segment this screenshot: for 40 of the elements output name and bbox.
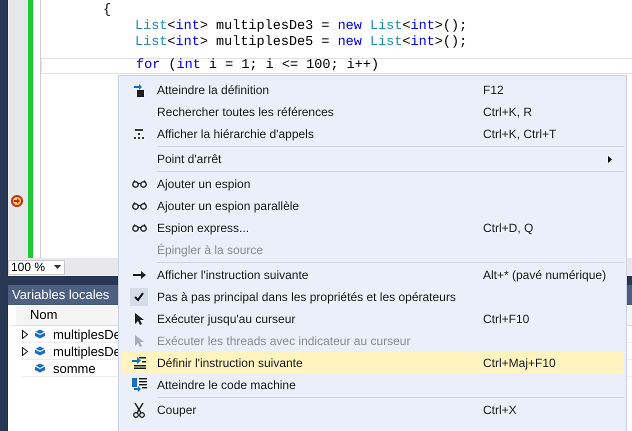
menu-item[interactable]: Afficher l'instruction suivante Alt+* (pavé numérique) (121, 264, 624, 286)
menu-item[interactable]: Point d'arrêt (121, 148, 624, 170)
menu-item[interactable]: Ajouter un espion (121, 173, 624, 195)
variable-name: multiplesDe (53, 344, 121, 358)
menu-item[interactable]: Rechercher toutes les références Ctrl+K, R (121, 101, 624, 123)
cursor-icon (134, 313, 144, 325)
scissors-icon (133, 402, 145, 418)
cursor-icon (134, 335, 144, 347)
expand-icon[interactable] (22, 346, 28, 356)
zoom-dropdown[interactable]: 100 % (8, 260, 65, 274)
arrow-square-icon (133, 83, 145, 97)
variable-name: somme (53, 360, 96, 376)
submenu-arrow-icon (608, 156, 612, 163)
code-line: List<int> multiplesDe5 = new List<int>(); (135, 35, 468, 50)
menu-item[interactable]: Atteindre la définition F12 (121, 79, 624, 101)
code-line: List<int> multiplesDe3 = new List<int>(); (135, 19, 468, 34)
glasses-icon (132, 202, 146, 210)
variable-icon (34, 363, 46, 373)
glasses-icon (132, 224, 146, 232)
code-line: for (int i = 1; i <= 100; i++) (136, 58, 380, 73)
arrow-icon (132, 270, 146, 280)
menu-item[interactable]: Exécuter jusqu'au curseur Ctrl+F10 (121, 308, 624, 330)
expand-icon[interactable] (22, 330, 28, 338)
breakpoint-arrow-icon (10, 194, 24, 208)
variable-icon (34, 346, 46, 356)
caret-icon (54, 265, 61, 269)
indent-arrow-icon (132, 357, 146, 369)
variable-icon (34, 329, 46, 339)
glasses-icon (132, 180, 146, 188)
menu-item[interactable]: Ajouter un espion parallèle (121, 195, 624, 217)
menu-item[interactable]: Pas à pas principal dans les propriétés et les opérateurs (121, 286, 624, 308)
disassembly-icon (132, 378, 146, 392)
menu-item[interactable]: Atteindre le code machine (121, 374, 624, 396)
menu-item[interactable]: Espion express... Ctrl+D, Q (121, 217, 624, 239)
menu-item[interactable]: Afficher la hiérarchie d'appels Ctrl+K, Ctrl+T (121, 123, 624, 145)
variable-name: multiplesDe (53, 326, 121, 342)
menu-item[interactable]: Définir l'instruction suivante Ctrl+Maj+F10 (121, 352, 624, 374)
hierarchy-icon (133, 129, 145, 139)
menu-item[interactable]: Couper Ctrl+X (121, 399, 624, 421)
code-line: { (103, 3, 112, 18)
